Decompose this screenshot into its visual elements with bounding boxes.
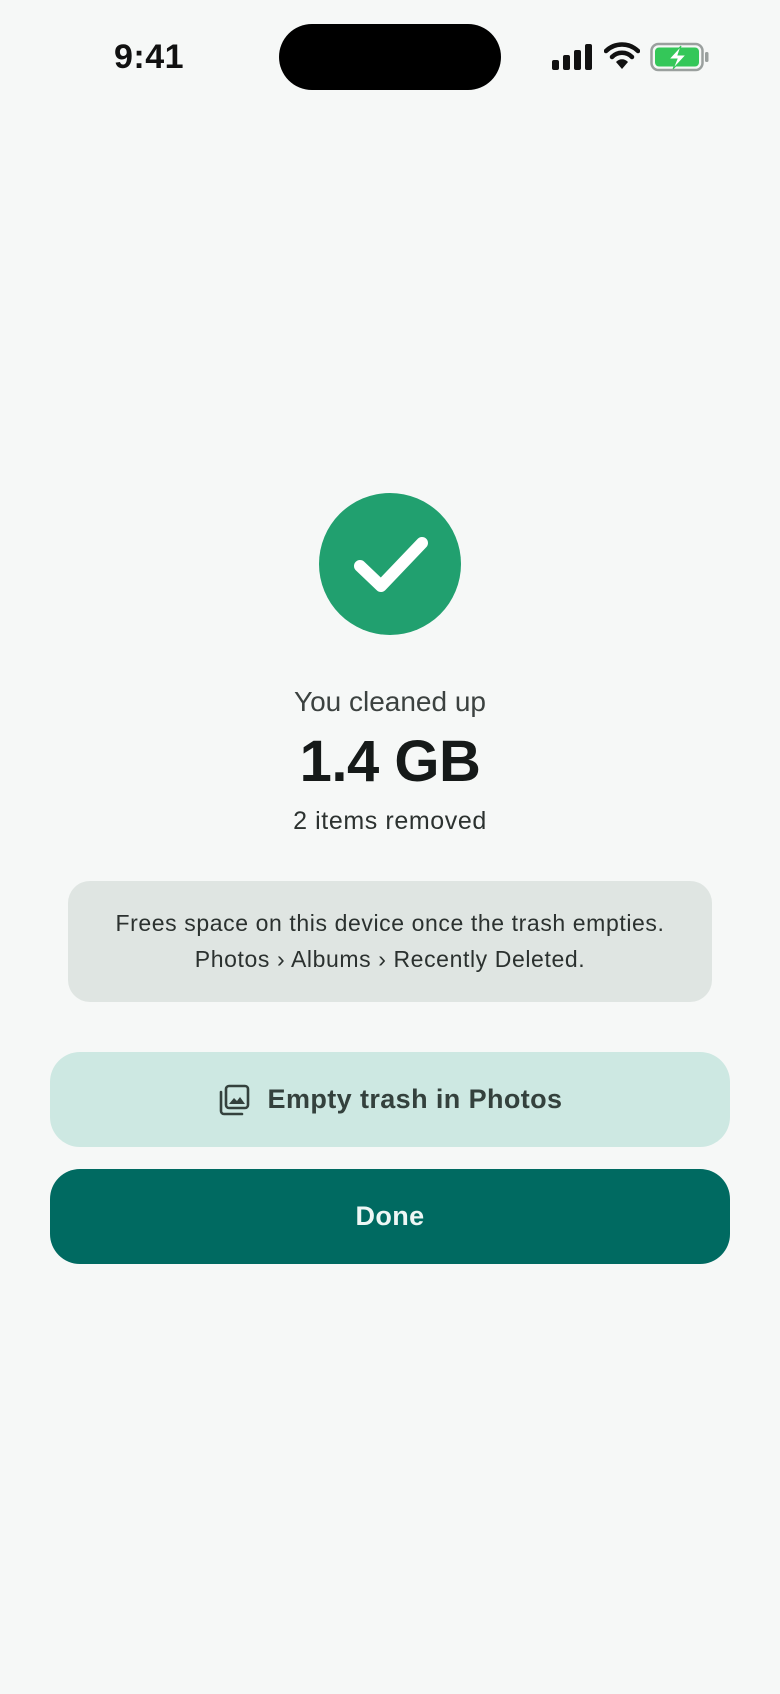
success-badge — [319, 493, 461, 635]
cleaned-up-subtitle: You cleaned up — [293, 686, 487, 717]
done-label: Done — [355, 1201, 425, 1231]
wifi-icon — [604, 42, 640, 69]
photo-library-icon — [219, 1084, 249, 1115]
info-card: Frees space on this device once the tras… — [68, 881, 712, 1002]
signal-icon — [552, 44, 592, 70]
checkmark-icon — [354, 537, 428, 592]
dynamic-island — [279, 24, 501, 90]
done-button[interactable]: Done — [50, 1169, 730, 1264]
empty-trash-button[interactable]: Empty trash in Photos — [50, 1052, 730, 1147]
status-time: 9:41 — [114, 38, 185, 76]
empty-trash-label: Empty trash in Photos — [267, 1084, 563, 1114]
cleaned-amount: 1.4 GB — [299, 729, 481, 794]
items-removed-count: 2 items removed — [293, 807, 487, 835]
battery-charging-icon — [650, 42, 709, 72]
cleanup-complete-screen: 9:41 You cleaned up 1.4 GB 2 items remov… — [0, 0, 780, 1694]
info-text-line-1: Frees space on this device once the tras… — [115, 910, 665, 936]
info-text-path: Photos › Albums › Recently Deleted. — [194, 946, 586, 972]
